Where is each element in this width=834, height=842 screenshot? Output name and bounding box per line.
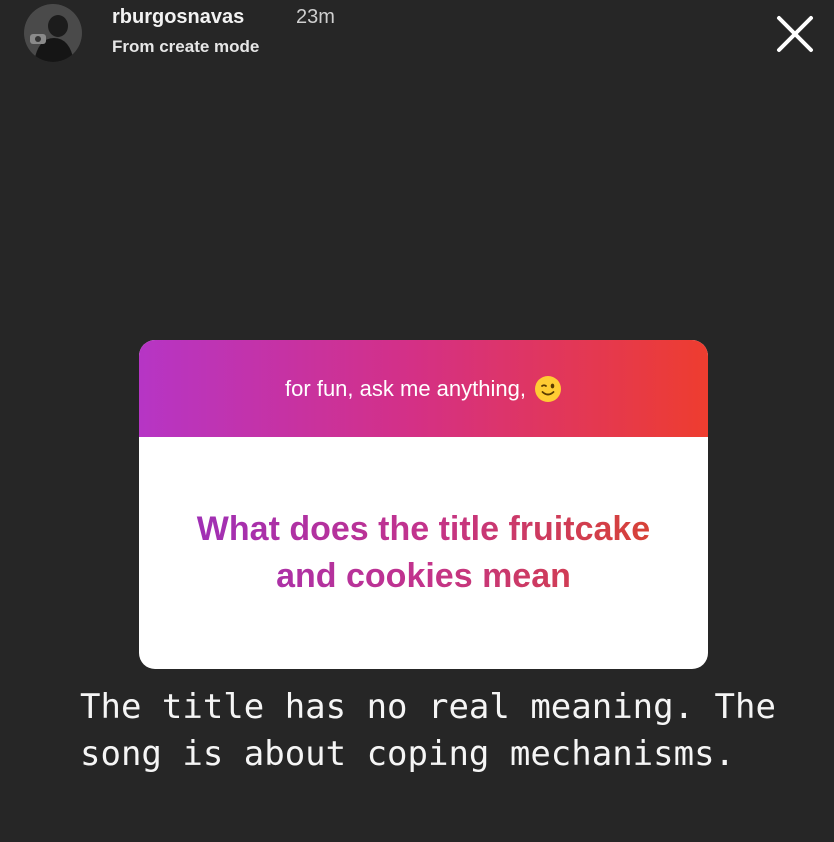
post-time: 23m bbox=[296, 6, 335, 28]
question-text: What does the title fruitcake and cookie… bbox=[179, 506, 668, 600]
avatar-photo bbox=[24, 4, 82, 62]
question-sticker-header: for fun, ask me anything, bbox=[139, 340, 708, 437]
question-prompt-text: for fun, ask me anything, bbox=[285, 375, 526, 401]
answer-text: The title has no real meaning. The song … bbox=[80, 687, 776, 774]
avatar[interactable] bbox=[24, 4, 82, 62]
question-sticker-body: What does the title fruitcake and cookie… bbox=[139, 437, 708, 669]
close-button[interactable] bbox=[771, 10, 819, 58]
story-subtitle: From create mode bbox=[112, 37, 260, 56]
username[interactable]: rburgosnavas bbox=[112, 6, 244, 29]
winking-face-icon bbox=[534, 375, 561, 402]
question-sticker: for fun, ask me anything, What does the … bbox=[139, 340, 708, 669]
story-header: rburgosnavas 23m From create mode bbox=[0, 0, 834, 80]
close-icon bbox=[777, 16, 813, 52]
question-prompt: for fun, ask me anything, bbox=[285, 375, 562, 403]
